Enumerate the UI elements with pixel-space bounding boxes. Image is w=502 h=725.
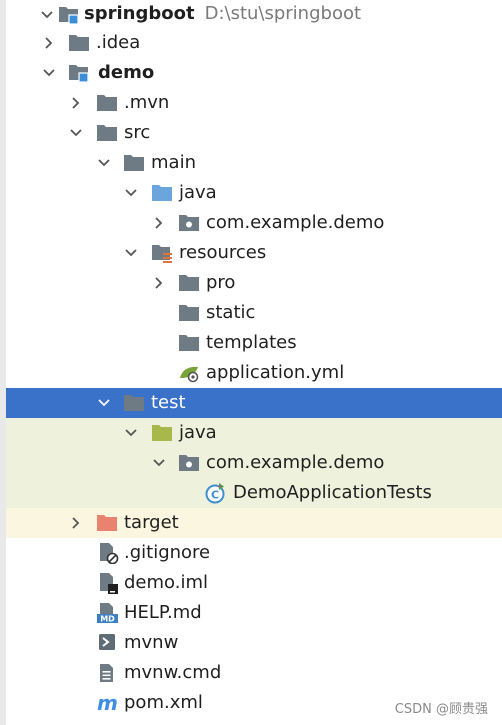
tree-label-mvn: .mvn: [124, 92, 170, 113]
package-icon: [178, 453, 200, 473]
chevron-right-icon[interactable]: [151, 208, 167, 238]
chevron-right-icon[interactable]: [68, 88, 84, 118]
root-project-label: springboot D:\stu\springboot: [84, 3, 362, 24]
tree-label-src: src: [124, 122, 151, 143]
test-class-icon: C: [205, 482, 227, 504]
excluded-folder-icon: [96, 513, 118, 533]
markdown-file-icon: MD: [97, 602, 119, 624]
tree-row-mvnw-cmd[interactable]: mvnw.cmd: [6, 658, 502, 688]
svg-text:m: m: [97, 693, 118, 713]
tree-row-test-class[interactable]: C DemoApplicationTests: [6, 478, 502, 508]
tree-row-mvn[interactable]: .mvn: [6, 88, 502, 118]
test-root-folder-icon: [151, 423, 173, 443]
tree-row-test[interactable]: test: [6, 388, 502, 418]
chevron-down-icon[interactable]: [39, 0, 55, 30]
chevron-down-icon[interactable]: [68, 118, 84, 148]
tree-row-idea[interactable]: .idea: [6, 28, 502, 58]
tree-row-target[interactable]: target: [6, 508, 502, 538]
package-icon: [178, 213, 200, 233]
tree-row-demo-iml[interactable]: demo.iml: [6, 568, 502, 598]
folder-icon: [178, 273, 200, 293]
chevron-down-icon[interactable]: [41, 58, 57, 88]
folder-icon: [68, 33, 90, 53]
chevron-down-icon[interactable]: [123, 178, 139, 208]
chevron-right-icon[interactable]: [41, 28, 57, 58]
tree-label-help-md: HELP.md: [124, 602, 202, 623]
tree-label-target: target: [124, 512, 179, 533]
module-folder-icon: [58, 4, 80, 25]
folder-icon: [96, 93, 118, 113]
markdown-badge-text: MD: [100, 615, 115, 624]
folder-icon: [123, 153, 145, 173]
tree-label-test-package: com.example.demo: [206, 452, 385, 473]
spring-config-icon: [178, 363, 200, 383]
project-tree[interactable]: springboot D:\stu\springboot .idea demo .…: [6, 0, 502, 718]
tree-label-main-package: com.example.demo: [206, 212, 385, 233]
tree-row-main[interactable]: main: [6, 148, 502, 178]
tree-row-help-md[interactable]: MD HELP.md: [6, 598, 502, 628]
tree-label-application-yml: application.yml: [206, 362, 345, 383]
tree-row-demo[interactable]: demo: [6, 58, 502, 88]
chevron-right-icon[interactable]: [68, 508, 84, 538]
tree-row-static[interactable]: static: [6, 298, 502, 328]
maven-icon: m: [96, 691, 118, 715]
folder-icon: [96, 123, 118, 143]
tree-label-templates: templates: [206, 332, 297, 353]
tree-row-springboot[interactable]: springboot D:\stu\springboot: [6, 0, 502, 28]
tree-row-application-yml[interactable]: application.yml: [6, 358, 502, 388]
chevron-right-icon[interactable]: [151, 268, 167, 298]
chevron-down-icon[interactable]: [96, 388, 112, 418]
tree-row-main-java[interactable]: java: [6, 178, 502, 208]
folder-icon: [178, 303, 200, 323]
tree-label-main-java: java: [179, 182, 217, 203]
tree-label-main: main: [151, 152, 196, 173]
tree-label-pro: pro: [206, 272, 236, 293]
tree-row-test-java[interactable]: java: [6, 418, 502, 448]
class-badge-letter: C: [211, 489, 219, 502]
tree-label-gitignore: .gitignore: [124, 542, 211, 563]
folder-icon: [178, 333, 200, 353]
tree-row-main-package[interactable]: com.example.demo: [6, 208, 502, 238]
tree-label-pom-xml: pom.xml: [124, 692, 203, 713]
ignore-file-icon: [98, 542, 120, 565]
iml-file-icon: [98, 572, 120, 594]
chevron-down-icon[interactable]: [151, 448, 167, 478]
root-project-path: D:\stu\springboot: [204, 3, 362, 24]
tree-label-demo-iml: demo.iml: [124, 572, 208, 593]
tree-label-test-java: java: [179, 422, 217, 443]
tree-row-gitignore[interactable]: .gitignore: [6, 538, 502, 568]
tree-row-pro[interactable]: pro: [6, 268, 502, 298]
chevron-down-icon[interactable]: [123, 418, 139, 448]
tree-row-mvnw[interactable]: mvnw: [6, 628, 502, 658]
tree-label-mvnw-cmd: mvnw.cmd: [124, 662, 222, 683]
chevron-down-icon[interactable]: [96, 148, 112, 178]
module-folder-icon: [68, 63, 90, 83]
text-file-icon: [98, 663, 120, 683]
source-root-folder-icon: [151, 183, 173, 203]
tree-row-test-package[interactable]: com.example.demo: [6, 448, 502, 478]
tree-label-demo: demo: [98, 62, 155, 83]
shell-script-icon: [98, 633, 120, 653]
tree-row-resources[interactable]: resources: [6, 238, 502, 268]
chevron-down-icon[interactable]: [123, 238, 139, 268]
tree-row-templates[interactable]: templates: [6, 328, 502, 358]
tree-label-mvnw: mvnw: [124, 632, 179, 653]
tree-label-test: test: [151, 392, 186, 413]
tree-label-resources: resources: [179, 242, 267, 263]
folder-icon: [123, 393, 145, 413]
tree-row-src[interactable]: src: [6, 118, 502, 148]
watermark: CSDN @顾贵强: [394, 702, 488, 717]
tree-label-idea: .idea: [96, 32, 141, 53]
tree-label-static: static: [206, 302, 256, 323]
tree-label-test-class: DemoApplicationTests: [233, 482, 432, 503]
resources-folder-icon: [151, 243, 173, 263]
